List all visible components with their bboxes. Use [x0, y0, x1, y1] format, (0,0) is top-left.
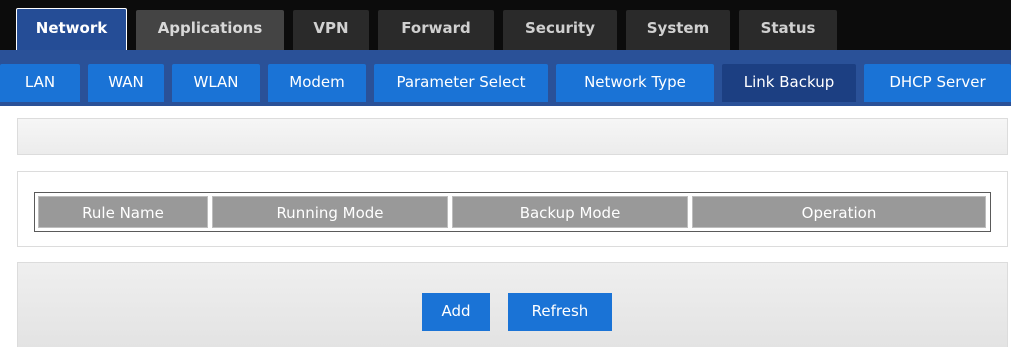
subtab-dhcp-server[interactable]: DHCP Server: [864, 64, 1011, 102]
subtab-link-backup[interactable]: Link Backup: [722, 64, 856, 102]
tab-status[interactable]: Status: [739, 10, 837, 50]
subtab-wlan[interactable]: WLAN: [172, 64, 260, 102]
subtab-lan[interactable]: LAN: [0, 64, 80, 102]
rules-panel: Rule Name Running Mode Backup Mode Opera…: [17, 171, 1008, 247]
column-header-rule-name: Rule Name: [38, 196, 208, 228]
tab-vpn[interactable]: VPN: [293, 10, 369, 50]
tab-forward[interactable]: Forward: [378, 10, 494, 50]
subtab-parameter-select[interactable]: Parameter Select: [374, 64, 548, 102]
tab-security[interactable]: Security: [503, 10, 617, 50]
subtab-network-type[interactable]: Network Type: [556, 64, 714, 102]
tab-applications[interactable]: Applications: [136, 10, 284, 50]
column-header-running-mode: Running Mode: [212, 196, 448, 228]
refresh-button[interactable]: Refresh: [508, 293, 612, 331]
subtab-wan[interactable]: WAN: [88, 64, 164, 102]
column-header-backup-mode: Backup Mode: [452, 196, 688, 228]
tab-system[interactable]: System: [626, 10, 730, 50]
action-bar: Add Refresh: [17, 262, 1008, 347]
top-nav: Network Applications VPN Forward Securit…: [0, 0, 1011, 52]
info-bar: [17, 118, 1008, 155]
tab-network[interactable]: Network: [16, 8, 127, 52]
column-header-operation: Operation: [692, 196, 986, 228]
page: Network Applications VPN Forward Securit…: [0, 0, 1011, 347]
subtab-modem[interactable]: Modem: [268, 64, 366, 102]
rules-table: Rule Name Running Mode Backup Mode Opera…: [34, 192, 991, 232]
sub-nav: LAN WAN WLAN Modem Parameter Select Netw…: [0, 50, 1011, 106]
add-button[interactable]: Add: [422, 293, 490, 331]
